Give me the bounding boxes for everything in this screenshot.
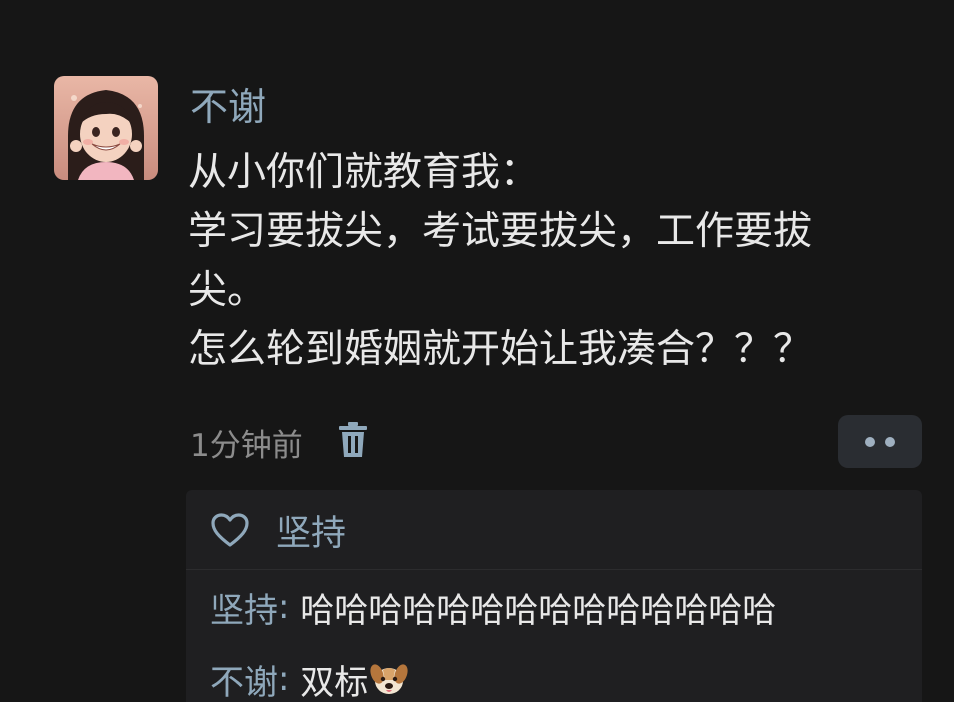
post-line: 从小你们就教育我： [188,150,540,195]
comment-item[interactable]: 坚持 : 哈哈哈哈哈哈哈哈哈哈哈哈哈哈 [210,583,777,632]
comment-separator: : [278,587,301,627]
comment-author[interactable]: 不谢 [210,655,278,702]
comment-text: 双标 [300,662,369,702]
comment-separator: : [278,659,301,699]
avatar-girl-icon [54,76,158,180]
post-meta: 1分钟前 [190,420,369,464]
moment-post: 不谢 从小你们就教育我： 学习要拔尖，考试要拔尖，工作要拔 尖。 怎么轮到婚姻就… [0,0,954,702]
delete-button[interactable] [303,421,369,463]
post-timestamp: 1分钟前 [190,427,303,464]
more-dots-icon [865,436,875,447]
post-line: 学习要拔尖，考试要拔尖，工作要拔 [188,209,813,254]
more-actions-button[interactable] [838,415,922,468]
trash-icon [338,422,367,457]
post-line: 怎么轮到婚姻就开始让我凑合？？？ [188,327,813,372]
likes-comments-panel: 坚持 坚持 : 哈哈哈哈哈哈哈哈哈哈哈哈哈哈 不谢 : 双标 [186,490,922,702]
dog-face-emoji-icon [370,664,408,694]
more-dots-icon [885,436,895,447]
liked-user-name[interactable]: 坚持 [276,505,346,556]
post-content: 从小你们就教育我： 学习要拔尖，考试要拔尖，工作要拔 尖。 怎么轮到婚姻就开始让… [188,143,918,379]
comment-author[interactable]: 坚持 [210,583,278,632]
post-line: 尖。 [188,268,267,313]
heart-icon [211,513,249,547]
comment-item[interactable]: 不谢 : 双标 [210,656,408,702]
divider [186,569,922,570]
likes-row: 坚持 [210,504,346,556]
avatar[interactable] [54,76,158,180]
comment-text: 哈哈哈哈哈哈哈哈哈哈哈哈哈哈 [300,590,777,631]
post-author-name[interactable]: 不谢 [190,84,266,130]
